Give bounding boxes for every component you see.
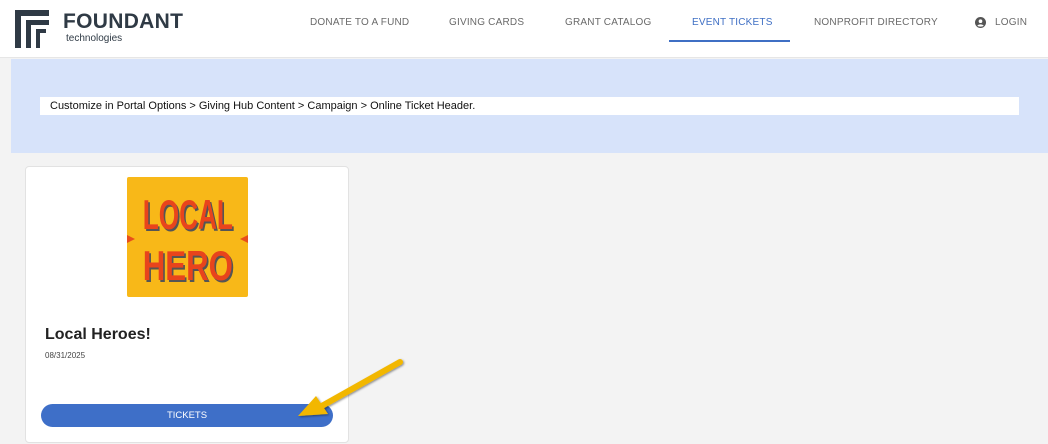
nav-giving-cards[interactable]: GIVING CARDS	[449, 17, 524, 28]
image-text-hero-front: HERO	[143, 243, 233, 290]
event-date: 08/31/2025	[45, 351, 86, 360]
tickets-button[interactable]: TICKETS	[41, 404, 333, 427]
local-hero-event-image[interactable]: LOCAL LOCAL HERO HERO	[127, 177, 248, 297]
nav-grant-catalog[interactable]: GRANT CATALOG	[565, 17, 652, 28]
nav-donate-to-a-fund[interactable]: DONATE TO A FUND	[310, 17, 409, 28]
image-text-local-front: LOCAL	[143, 192, 233, 239]
nav-nonprofit-directory[interactable]: NONPROFIT DIRECTORY	[814, 17, 938, 28]
main-nav: DONATE TO A FUND GIVING CARDS GRANT CATA…	[0, 0, 1048, 58]
top-navigation-bar: FOUNDANT technologies DONATE TO A FUND G…	[0, 0, 1048, 58]
login-link[interactable]: LOGIN	[995, 17, 1027, 28]
event-title[interactable]: Local Heroes!	[45, 326, 151, 344]
user-account-icon[interactable]	[975, 17, 986, 28]
event-card: LOCAL LOCAL HERO HERO Local Heroes! 08/3…	[25, 166, 349, 443]
nav-event-tickets[interactable]: EVENT TICKETS	[692, 17, 773, 28]
active-tab-indicator	[669, 40, 790, 42]
ticket-header-text: Customize in Portal Options > Giving Hub…	[40, 97, 1019, 115]
